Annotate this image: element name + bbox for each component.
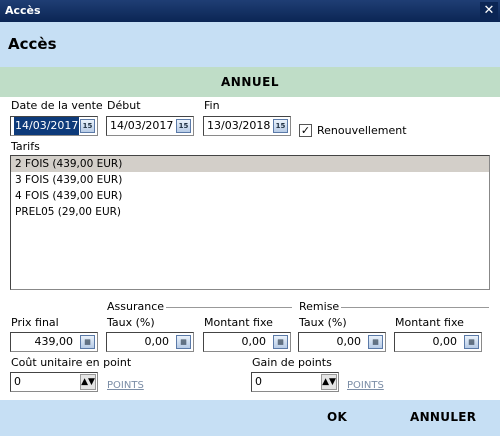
ok-button[interactable]: OK [327, 410, 347, 424]
list-item[interactable]: 3 FOIS (439,00 EUR) [11, 172, 489, 188]
calculator-icon[interactable]: ▦ [464, 335, 479, 349]
section-title: ANNUEL [0, 67, 500, 97]
close-icon[interactable]: ✕ [480, 2, 498, 20]
calculator-icon[interactable]: ▦ [80, 335, 95, 349]
assurance-montant-label: Montant fixe [204, 316, 273, 329]
calculator-icon[interactable]: ▦ [368, 335, 383, 349]
assurance-taux-field[interactable]: 0,00 ▦ [106, 332, 194, 352]
calculator-icon[interactable]: ▦ [176, 335, 191, 349]
renouvellement-checkbox[interactable]: ✓ [299, 124, 312, 137]
remise-montant-field[interactable]: 0,00 ▦ [394, 332, 482, 352]
calendar-icon[interactable]: 15 [176, 119, 191, 133]
tarifs-list[interactable]: 2 FOIS (439,00 EUR) 3 FOIS (439,00 EUR) … [10, 155, 490, 290]
dialog-header: Accès [0, 22, 500, 67]
date-vente-label: Date de la vente [11, 99, 103, 112]
gain-points-unit: POINTS [347, 380, 384, 391]
list-item[interactable]: PREL05 (29,00 EUR) [11, 204, 489, 220]
date-debut-label: Début [107, 99, 141, 112]
date-fin-label: Fin [204, 99, 220, 112]
remise-taux-label: Taux (%) [299, 316, 347, 329]
remise-taux-field[interactable]: 0,00 ▦ [298, 332, 386, 352]
cout-point-stepper[interactable]: 0 ▲▼ [10, 372, 98, 392]
calculator-icon[interactable]: ▦ [273, 335, 288, 349]
prix-final-label: Prix final [11, 316, 59, 329]
calendar-icon[interactable]: 15 [80, 119, 95, 133]
gain-points-label: Gain de points [252, 356, 332, 369]
date-debut-field[interactable]: 14/03/2017 15 [106, 116, 194, 136]
assurance-group-label: Assurance [107, 300, 165, 313]
page-title: Accès [8, 35, 57, 53]
window-title: Accès [5, 4, 41, 17]
renouvellement-label: Renouvellement [317, 124, 407, 137]
cout-point-label: Coût unitaire en point [11, 356, 132, 369]
date-vente-field[interactable]: 14/03/2017 15 [10, 116, 98, 136]
dialog-footer: OK ANNULER [0, 400, 500, 436]
tarifs-label: Tarifs [11, 140, 40, 153]
list-item[interactable]: 2 FOIS (439,00 EUR) [11, 156, 489, 172]
list-item[interactable]: 4 FOIS (439,00 EUR) [11, 188, 489, 204]
remise-divider [341, 307, 489, 308]
assurance-divider [166, 307, 292, 308]
window-titlebar: Accès ✕ [0, 0, 500, 22]
remise-montant-label: Montant fixe [395, 316, 464, 329]
calendar-icon[interactable]: 15 [273, 119, 288, 133]
cout-points-unit: POINTS [107, 380, 144, 391]
assurance-taux-label: Taux (%) [107, 316, 155, 329]
cancel-button[interactable]: ANNULER [410, 410, 476, 424]
assurance-montant-field[interactable]: 0,00 ▦ [203, 332, 291, 352]
spinner-icon[interactable]: ▲▼ [321, 374, 337, 390]
spinner-icon[interactable]: ▲▼ [80, 374, 96, 390]
date-fin-field[interactable]: 13/03/2018 15 [203, 116, 291, 136]
gain-points-stepper[interactable]: 0 ▲▼ [251, 372, 339, 392]
prix-final-field[interactable]: 439,00 ▦ [10, 332, 98, 352]
remise-group-label: Remise [299, 300, 340, 313]
